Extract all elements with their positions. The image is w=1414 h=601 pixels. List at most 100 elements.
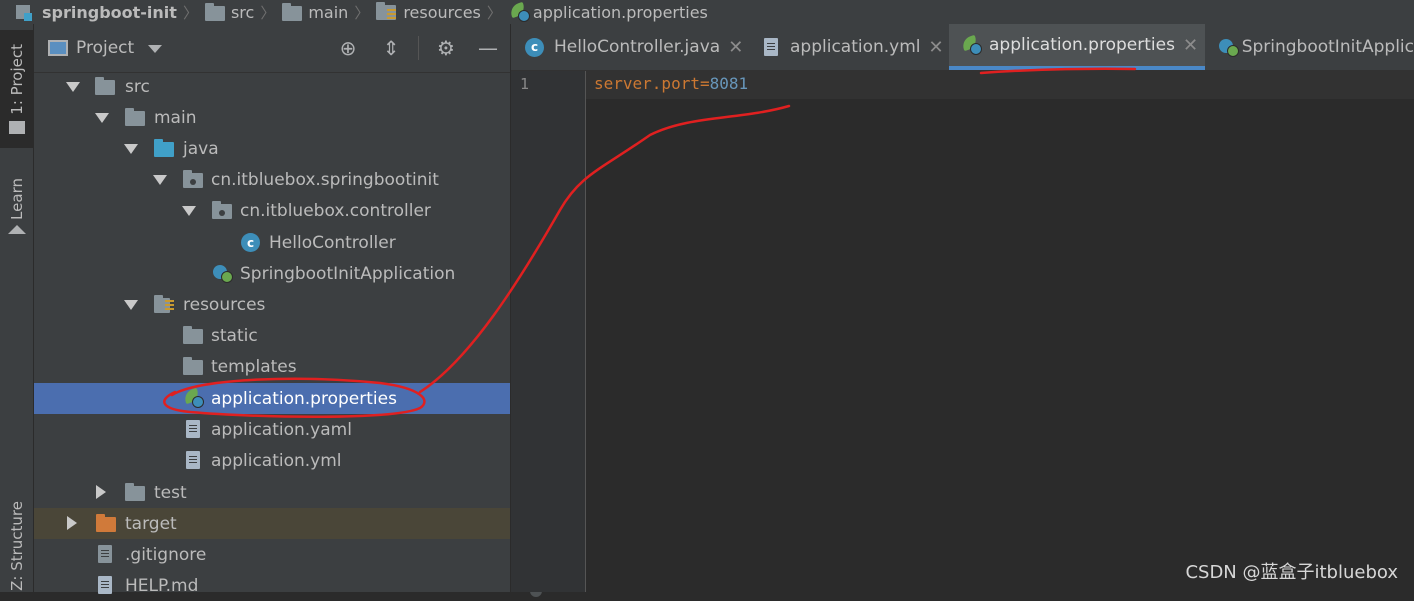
tree-item-main[interactable]: main: [34, 102, 510, 133]
editor-tab-springbootinitapplication[interactable]: SpringbootInitApplic: [1206, 24, 1414, 70]
tree-item-hellocontroller[interactable]: c HelloController: [34, 227, 510, 258]
tree-item-java[interactable]: java: [34, 133, 510, 164]
tree-item-resources[interactable]: resources: [34, 289, 510, 320]
locate-icon[interactable]: ⊕: [336, 36, 360, 60]
tree-item-templates[interactable]: templates: [34, 351, 510, 382]
project-view-title[interactable]: Project: [76, 38, 134, 58]
tree-item-application-yaml[interactable]: application.yaml: [34, 414, 510, 445]
folder-icon: [8, 120, 25, 134]
breadcrumb-item-src[interactable]: 〉 src: [177, 0, 254, 24]
tree-item-label: application.yml: [211, 450, 342, 471]
tree-item-label: application.yaml: [211, 419, 352, 440]
chevron-right-icon: 〉: [260, 3, 276, 22]
tree-item-package-springbootinit[interactable]: cn.itbluebox.springbootinit: [34, 164, 510, 195]
tree-item-package-controller[interactable]: cn.itbluebox.controller: [34, 195, 510, 226]
collapse-arrow-icon[interactable]: [96, 485, 106, 499]
file-icon: [186, 420, 200, 438]
tree-item-test[interactable]: test: [34, 477, 510, 508]
class-icon: c: [525, 37, 544, 57]
editor-tab-label: application.properties: [989, 35, 1175, 55]
spring-class-icon: [211, 263, 233, 283]
package-icon: [212, 201, 234, 221]
folder-icon: [95, 77, 117, 97]
markdown-file-icon: [98, 576, 112, 594]
collapse-arrow-icon[interactable]: [67, 516, 77, 530]
tree-item-label: main: [154, 107, 197, 128]
project-view-icon: [48, 40, 68, 56]
spring-config-icon: [960, 34, 982, 55]
editor-tab-hellocontroller[interactable]: c HelloController.java ✕: [511, 24, 747, 70]
spring-config-icon: [508, 1, 530, 22]
expand-arrow-icon[interactable]: [124, 144, 138, 154]
breadcrumb-item-main[interactable]: 〉 main: [254, 0, 348, 24]
collapse-all-icon[interactable]: ⇕: [379, 36, 403, 60]
tool-tab-project[interactable]: 1: Project: [0, 30, 33, 148]
breadcrumb-item-project[interactable]: springboot-init: [16, 0, 177, 24]
expand-arrow-icon[interactable]: [153, 175, 167, 185]
close-icon[interactable]: ✕: [1183, 35, 1198, 56]
class-icon: c: [241, 233, 260, 252]
gear-icon[interactable]: ⚙: [434, 36, 458, 60]
chevron-down-icon[interactable]: [148, 45, 162, 53]
breadcrumb-item-resources[interactable]: 〉 resources: [348, 0, 481, 24]
folder-icon: [125, 108, 147, 128]
resources-folder-icon: [376, 2, 398, 21]
editor-tab-label: application.yml: [790, 37, 921, 57]
breadcrumb-label: springboot-init: [42, 2, 177, 22]
close-icon[interactable]: ✕: [728, 37, 743, 58]
tree-item-label: java: [183, 138, 219, 159]
editor-tab-label: HelloController.java: [554, 37, 721, 57]
breadcrumb-label: main: [308, 2, 349, 22]
folder-icon: [204, 3, 225, 21]
expand-arrow-icon[interactable]: [182, 206, 196, 216]
tree-item-src[interactable]: src: [34, 71, 510, 102]
folder-icon: [282, 3, 303, 21]
expand-arrow-icon[interactable]: [66, 82, 80, 92]
breadcrumb-label: application.properties: [532, 2, 708, 22]
tool-tab-learn[interactable]: Learn: [0, 168, 33, 244]
chevron-right-icon: 〉: [486, 3, 502, 22]
source-folder-icon: [154, 139, 176, 159]
editor-gutter: 1: [511, 71, 586, 592]
breadcrumb-item-file[interactable]: 〉 application.properties: [481, 0, 708, 24]
property-equals: =: [699, 74, 710, 93]
folder-icon: [183, 326, 205, 346]
tree-item-static[interactable]: static: [34, 320, 510, 351]
tree-item-gitignore[interactable]: .gitignore: [34, 539, 510, 570]
spring-class-icon: [1217, 37, 1239, 57]
file-icon: [186, 451, 200, 469]
tree-item-label: static: [211, 325, 258, 346]
tree-item-label: test: [154, 482, 187, 503]
chevron-right-icon: 〉: [182, 3, 198, 22]
resources-folder-icon: [154, 295, 176, 315]
minimize-icon[interactable]: —: [476, 36, 500, 60]
tree-item-springbootinitapplication[interactable]: SpringbootInitApplication: [34, 258, 510, 289]
folder-icon: [183, 357, 205, 377]
code-editor[interactable]: server.port=8081 CSDN @蓝盒子itbluebox: [586, 71, 1414, 592]
breadcrumb: springboot-init 〉 src 〉 main 〉 resources…: [0, 0, 1414, 24]
expand-arrow-icon[interactable]: [95, 113, 109, 123]
tool-tab-structure[interactable]: Z: Structure: [0, 500, 33, 592]
editor-tab-application-properties[interactable]: application.properties ✕: [949, 24, 1205, 70]
spring-config-icon: [182, 387, 204, 408]
project-panel-header: Project ⊕ ⇕ ⚙ —: [34, 24, 510, 73]
file-icon: [764, 38, 778, 56]
code-line-1[interactable]: server.port=8081: [594, 74, 748, 93]
tree-item-label: target: [125, 513, 177, 534]
tree-item-application-yml[interactable]: application.yml: [34, 445, 510, 476]
tree-item-label: .gitignore: [125, 544, 207, 565]
header-divider: [418, 36, 419, 60]
folder-icon: [125, 483, 147, 503]
breadcrumb-label: src: [230, 2, 255, 22]
tool-window-strip: 1: Project Learn Z: Structure: [0, 24, 34, 592]
ignore-file-icon: [98, 545, 112, 563]
watermark: CSDN @蓝盒子itbluebox: [1185, 562, 1398, 583]
expand-arrow-icon[interactable]: [124, 300, 138, 310]
tree-item-target[interactable]: target: [34, 508, 510, 539]
tree-item-label: templates: [211, 356, 297, 377]
close-icon[interactable]: ✕: [929, 37, 944, 58]
tree-item-label: HelloController: [269, 232, 396, 253]
editor-tab-application-yml[interactable]: application.yml ✕: [748, 24, 948, 70]
tree-item-application-properties[interactable]: application.properties: [34, 383, 510, 414]
tree-item-help-md[interactable]: HELP.md: [34, 570, 510, 601]
